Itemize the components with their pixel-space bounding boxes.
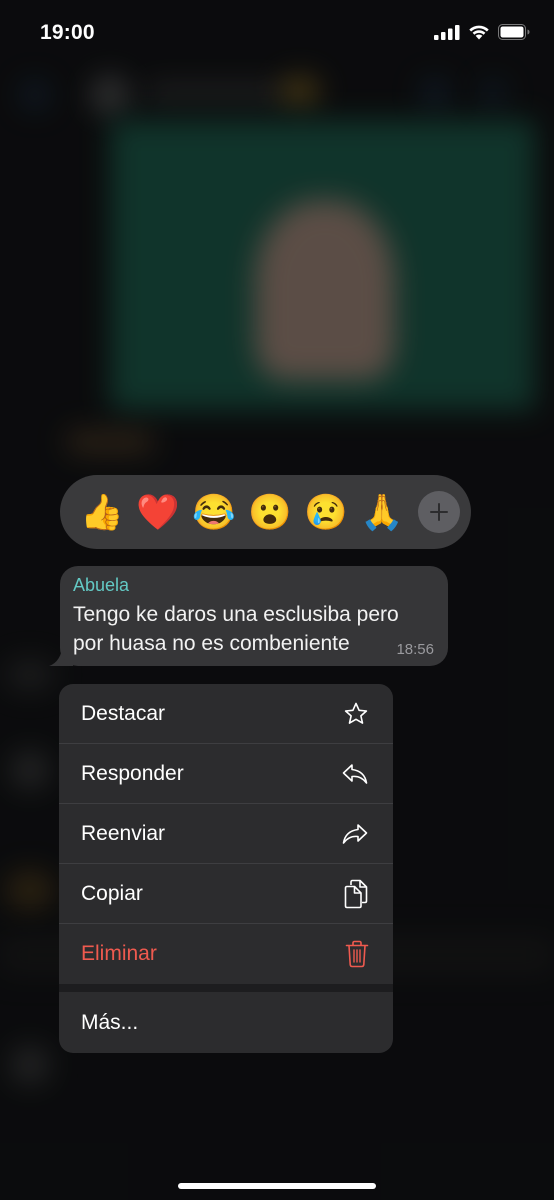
reaction-surprised-button[interactable]: 😮: [242, 484, 298, 540]
message-context-menu: Destacar Responder Reenviar Copiar Elimi…: [59, 684, 393, 1053]
wifi-icon: [469, 25, 489, 40]
plus-icon: [430, 503, 448, 521]
menu-item-label: Responder: [81, 761, 184, 785]
menu-item-label: Más...: [81, 1010, 139, 1034]
menu-item-responder[interactable]: Responder: [59, 744, 393, 804]
status-icons: [434, 24, 530, 40]
reaction-heart-button[interactable]: ❤️: [130, 484, 186, 540]
menu-item-destacar[interactable]: Destacar: [59, 684, 393, 744]
reaction-folded-hands-button[interactable]: 🙏: [354, 484, 410, 540]
message-time: 18:56: [396, 641, 434, 658]
reply-icon: [341, 762, 369, 786]
cellular-signal-icon: [434, 25, 460, 40]
menu-item-label: Reenviar: [81, 821, 166, 845]
reaction-picker: 👍 ❤️ 😂 😮 😢 🙏: [60, 475, 471, 549]
menu-item-label: Destacar: [81, 701, 166, 725]
menu-item-label: Copiar: [81, 881, 143, 905]
status-bar: 19:00: [0, 0, 554, 66]
star-icon: [343, 701, 369, 727]
menu-item-mas[interactable]: Más...: [59, 992, 393, 1053]
status-time: 19:00: [40, 21, 95, 44]
menu-item-reenviar[interactable]: Reenviar: [59, 804, 393, 864]
menu-separator: [59, 984, 393, 992]
more-reactions-button[interactable]: [418, 491, 460, 533]
copy-icon: [343, 879, 369, 909]
message-bubble[interactable]: Abuela Tengo ke daros una esclusiba pero…: [60, 566, 448, 666]
menu-item-label: Eliminar: [81, 942, 157, 965]
reaction-crying-button[interactable]: 😢: [298, 484, 354, 540]
reaction-thumbs-up-button[interactable]: 👍: [74, 484, 130, 540]
message-text: Tengo ke daros una esclusiba pero por hu…: [73, 603, 399, 655]
message-sender: Abuela: [73, 575, 130, 595]
menu-item-eliminar[interactable]: Eliminar: [59, 924, 393, 984]
trash-icon: [345, 940, 369, 968]
home-indicator[interactable]: [178, 1183, 376, 1189]
forward-icon: [341, 822, 369, 846]
reaction-tears-of-joy-button[interactable]: 😂: [186, 484, 242, 540]
menu-item-copiar[interactable]: Copiar: [59, 864, 393, 924]
battery-icon: [498, 24, 530, 40]
